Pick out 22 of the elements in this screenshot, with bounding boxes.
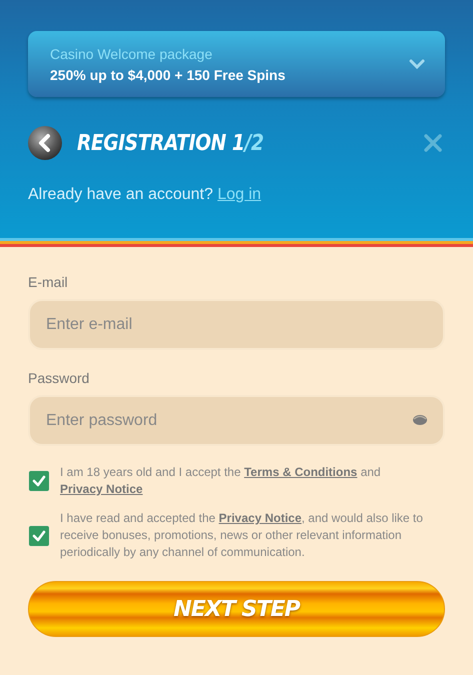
checkbox[interactable]	[28, 524, 50, 546]
registration-title: REGISTRATION 1/2	[77, 130, 265, 156]
password-field[interactable]: Enter password	[28, 395, 445, 446]
consent-text: I have read and accepted the Privacy Notice, and would also like to receive bonuses, promotions, news or other relevant information periodically by any channel of communication.	[60, 510, 424, 561]
back-button[interactable]	[28, 126, 62, 160]
checkmark-icon	[31, 528, 47, 544]
policy-link[interactable]: Privacy Notice	[218, 511, 302, 525]
promo-dropdown[interactable]: Casino Welcome package 250% up to $4,000 + 150 Free Spins	[28, 31, 445, 97]
checkbox[interactable]	[28, 470, 50, 492]
login-link[interactable]: Log in	[217, 186, 262, 203]
eye-icon[interactable]	[412, 414, 428, 426]
consent-text: I am 18 years old and I accept the Terms & Conditions and Privacy Notice	[60, 464, 382, 498]
promo-offer: 250% up to $4,000 + 150 Free Spins	[50, 66, 286, 82]
field-label: Password	[28, 370, 90, 386]
field-label: E-mail	[28, 274, 69, 290]
login-prompt: Already have an account?	[28, 186, 214, 203]
promo-label: Casino Welcome package	[50, 46, 214, 62]
chevron-down-icon	[409, 59, 425, 69]
policy-link[interactable]: Terms & Conditions	[244, 465, 358, 479]
policy-link[interactable]: Privacy Notice	[60, 482, 143, 496]
email-field[interactable]: Enter e-mail	[28, 299, 445, 350]
checkmark-icon	[31, 473, 47, 489]
